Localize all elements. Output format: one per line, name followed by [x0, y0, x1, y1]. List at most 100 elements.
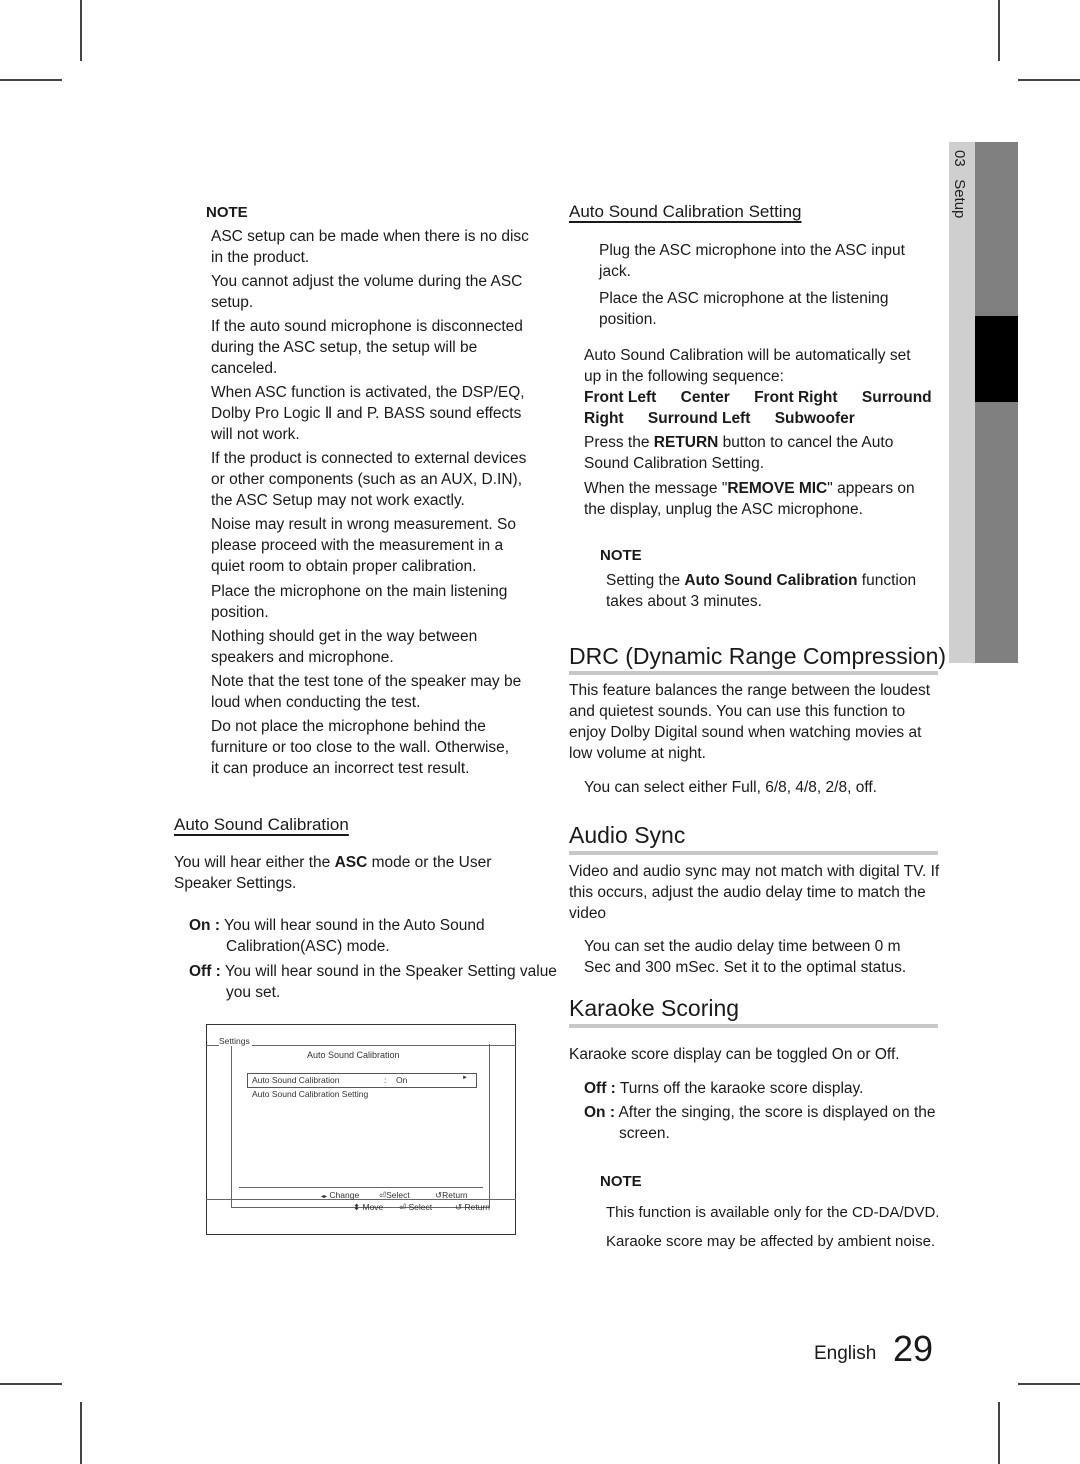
divider: [206, 1045, 516, 1046]
note-item: If the auto sound microphone is disconne…: [211, 318, 523, 377]
chapter-title: Setup: [951, 179, 968, 219]
step-item: Place the ASC microphone at the listenin…: [599, 290, 889, 328]
speaker-name: Surround Left: [647, 410, 751, 427]
footer-hint: ⬍ Move: [353, 1202, 383, 1213]
settings-label: Settings: [219, 1036, 252, 1046]
option-label: Off :: [584, 1080, 616, 1097]
divider: [239, 1187, 483, 1188]
option-label: On :: [189, 917, 220, 934]
right-arrow-icon: ►: [462, 1075, 468, 1081]
text: You will hear either the: [174, 854, 335, 871]
note-heading: NOTE: [600, 1173, 642, 1190]
note-heading: NOTE: [206, 204, 248, 221]
chapter-tab-background: [949, 142, 975, 663]
option-label: On :: [584, 1104, 615, 1121]
crop-mark: [80, 0, 82, 61]
crop-mark: [0, 79, 62, 81]
section-heading: Audio Sync: [569, 822, 686, 848]
speaker-sequence: Right Surround Left Subwoofer: [584, 408, 934, 429]
footer-hint: ↺Return: [435, 1190, 468, 1201]
return-icon: ↺: [455, 1202, 463, 1212]
note-item: Note that the test tone of the speaker m…: [211, 673, 522, 711]
divider: [206, 1199, 516, 1200]
enter-icon: ⏎: [399, 1202, 407, 1212]
hint-label: Select: [408, 1202, 433, 1212]
option-item: On : After the singing, the score is dis…: [584, 1102, 979, 1144]
crop-mark: [998, 1402, 1000, 1464]
hint-label: Return: [442, 1190, 468, 1200]
note-item: When ASC function is activated, the DSP/…: [211, 384, 525, 443]
note-heading: NOTE: [600, 547, 642, 564]
chapter-tab-marker: [975, 316, 1018, 402]
section-rule: [569, 1024, 938, 1028]
divider: [489, 1044, 490, 1207]
menu-row-value: On: [396, 1075, 408, 1085]
hint-label: Select: [386, 1190, 410, 1200]
crop-mark: [80, 1402, 82, 1464]
hint-label: Return: [464, 1202, 491, 1212]
screen-title: Auto Sound Calibration: [307, 1050, 400, 1060]
option-text: You will hear sound in the Auto Sound Ca…: [224, 917, 485, 955]
note-item: Place the microphone on the main listeni…: [211, 583, 508, 621]
subsection-heading: Auto Sound Calibration: [174, 815, 349, 834]
bold-text: REMOVE MIC: [727, 480, 828, 497]
hint-label: Change: [329, 1190, 360, 1200]
option-text: Turns off the karaoke score display.: [619, 1080, 864, 1097]
chapter-tab-strip: [975, 142, 1018, 663]
text: Press the: [584, 434, 654, 451]
note-item: ASC setup can be made when there is no d…: [211, 228, 529, 266]
menu-row-selected[interactable]: Auto Sound Calibration : On ►: [247, 1073, 477, 1088]
subsection-heading: Auto Sound Calibration Setting: [569, 202, 802, 221]
section-heading: DRC (Dynamic Range Compression): [569, 643, 947, 669]
hint-label: Move: [362, 1202, 384, 1212]
note-item: Noise may result in wrong measurement. S…: [211, 516, 516, 575]
section-rule: [569, 671, 938, 675]
note-item: Setting the Auto Sound Calibration funct…: [606, 570, 936, 612]
note-item: Karaoke score may be affected by ambient…: [606, 1233, 936, 1250]
page-number: 29: [893, 1328, 934, 1369]
option-text: You will hear sound in the Speaker Setti…: [224, 963, 557, 1001]
step-item: Plug the ASC microphone into the ASC inp…: [599, 242, 905, 280]
crop-mark: [0, 1383, 62, 1385]
bullet-item: You can select either Full, 6/8, 4/8, 2/…: [584, 779, 877, 796]
chapter-tab-label: 03 Setup: [951, 150, 968, 218]
crop-mark: [1018, 79, 1080, 81]
footer-hint: ◂▸ Change: [321, 1190, 359, 1200]
menu-row[interactable]: Auto Sound Calibration Setting: [252, 1089, 368, 1099]
text: Video and audio sync may not match with …: [569, 863, 940, 922]
crop-mark: [1018, 1383, 1080, 1385]
speaker-name: Subwoofer: [774, 410, 855, 427]
note-item: You cannot adjust the volume during the …: [211, 273, 523, 311]
language-label: English: [814, 1343, 877, 1364]
section-rule: [569, 851, 938, 855]
footer-hint: ⏎ Select: [399, 1202, 432, 1213]
note-item: Do not place the microphone behind the f…: [211, 718, 510, 777]
speaker-name: Right: [584, 410, 624, 427]
bold-text: RETURN: [653, 434, 719, 451]
speaker-name: Front Right: [754, 389, 838, 406]
option-item: Off : Turns off the karaoke score displa…: [584, 1078, 979, 1099]
note-item: Nothing should get in the way between sp…: [211, 628, 478, 666]
text: When the message ": [584, 480, 728, 497]
paragraph: This feature balances the range between …: [569, 682, 931, 762]
speaker-name: Surround: [861, 389, 932, 406]
settings-screen-illustration: Settings Auto Sound Calibration Auto Sou…: [206, 1024, 516, 1235]
option-item: On : You will hear sound in the Auto Sou…: [189, 915, 566, 957]
bold-text: ASC: [334, 854, 368, 871]
divider: [231, 1044, 232, 1207]
paragraph: You will hear either the ASC mode or the…: [174, 852, 514, 894]
footer-hint: ⏎Select: [379, 1190, 410, 1201]
note-item: This function is available only for the …: [606, 1204, 940, 1221]
note-item: If the product is connected to external …: [211, 450, 527, 509]
section-heading: Karaoke Scoring: [569, 995, 740, 1021]
option-text: After the singing, the score is displaye…: [618, 1104, 936, 1142]
paragraph: Video and audio sync may not match with …: [569, 861, 944, 924]
option-item: Off : You will hear sound in the Speaker…: [189, 961, 566, 1003]
speaker-sequence: Front Left Center Front Right Surround: [584, 387, 934, 408]
menu-row-label: Auto Sound Calibration: [252, 1075, 340, 1085]
option-label: Off :: [189, 963, 221, 980]
bullet-item: You can set the audio delay time between…: [584, 938, 907, 976]
crop-mark: [998, 0, 1000, 61]
paragraph: When the message "REMOVE MIC" appears on…: [584, 478, 934, 520]
footer-hint: ↺ Return: [455, 1202, 490, 1213]
